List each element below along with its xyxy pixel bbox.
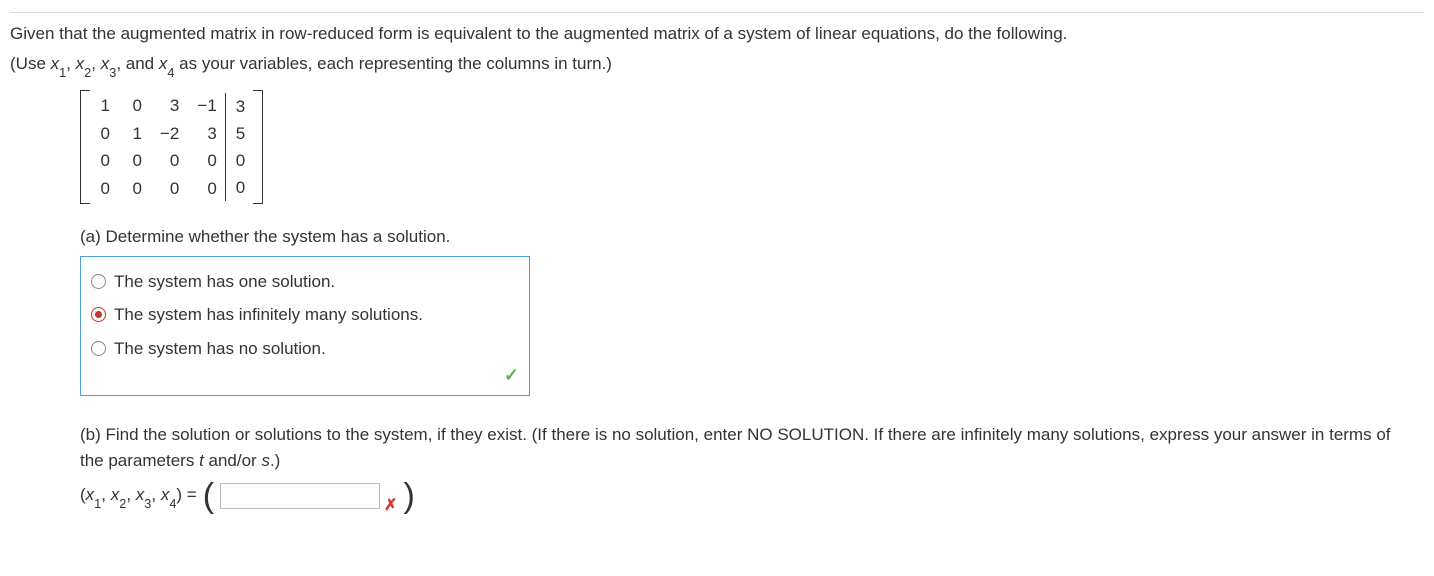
- text: as your variables, each representing the…: [174, 54, 612, 73]
- radio-label: The system has infinitely many solutions…: [114, 302, 423, 328]
- augment-cell: 3: [236, 94, 245, 120]
- close-paren-icon: ): [403, 479, 414, 513]
- augment-cell: 0: [236, 175, 245, 201]
- augment-bar: [225, 93, 226, 201]
- text: ) =: [176, 485, 196, 504]
- var: x: [111, 485, 120, 504]
- matrix-cell: 0: [197, 176, 216, 202]
- matrix-cell: 0: [197, 148, 216, 174]
- text: ,: [126, 485, 135, 504]
- part-a-label: (a) Determine whether the system has a s…: [80, 224, 1424, 250]
- left-bracket: [80, 90, 90, 204]
- text: and/or: [204, 451, 262, 470]
- open-paren-icon: (: [203, 479, 214, 513]
- question-line-2: (Use x1, x2, x3, and x4 as your variable…: [10, 51, 1424, 79]
- radio-label: The system has one solution.: [114, 269, 335, 295]
- augment-column: 3500: [228, 90, 253, 204]
- solution-input[interactable]: [220, 483, 380, 509]
- param-s: s: [261, 451, 270, 470]
- sub: 2: [84, 65, 91, 80]
- matrix-cell: 0: [128, 148, 142, 174]
- sub: 1: [94, 496, 101, 511]
- matrix-cell: 0: [160, 148, 179, 174]
- sub: 3: [144, 496, 151, 511]
- sub: 3: [109, 65, 116, 80]
- text: (Use: [10, 54, 51, 73]
- x-icon: ✗: [384, 494, 397, 518]
- matrix-cell: 1: [96, 93, 110, 119]
- right-bracket: [253, 90, 263, 204]
- matrix-cell: 0: [96, 121, 110, 147]
- lhs-tuple: (x1, x2, x3, x4) =: [80, 482, 197, 510]
- part-b-text: (b) Find the solution or solutions to th…: [80, 422, 1400, 473]
- radio-label: The system has no solution.: [114, 336, 326, 362]
- radio-option-1[interactable]: The system has infinitely many solutions…: [91, 298, 519, 332]
- augmented-matrix: 103−101−2300000000 3500: [80, 90, 263, 204]
- matrix-cell: 3: [197, 121, 216, 147]
- radio-icon[interactable]: [91, 341, 106, 356]
- augment-cell: 0: [236, 148, 245, 174]
- text: ,: [91, 54, 100, 73]
- matrix-cell: −2: [160, 121, 179, 147]
- var-x2: x: [76, 54, 85, 73]
- matrix-cell: 0: [128, 176, 142, 202]
- var-x3: x: [101, 54, 110, 73]
- var: x: [136, 485, 145, 504]
- matrix-cell: 3: [160, 93, 179, 119]
- matrix-body: 103−101−2300000000: [90, 90, 223, 204]
- matrix-cell: 1: [128, 121, 142, 147]
- text: ,: [66, 54, 75, 73]
- check-icon: ✓: [504, 362, 519, 389]
- sub: 2: [119, 496, 126, 511]
- text: ,: [101, 485, 110, 504]
- radio-icon[interactable]: [91, 307, 106, 322]
- text: ,: [151, 485, 160, 504]
- part-b-answer-line: (x1, x2, x3, x4) = ( ✗ ): [80, 479, 1424, 513]
- radio-option-0[interactable]: The system has one solution.: [91, 265, 519, 299]
- text: , and: [116, 54, 159, 73]
- var-x1: x: [51, 54, 60, 73]
- sub: 4: [167, 65, 174, 80]
- augment-cell: 5: [236, 121, 245, 147]
- sub: 1: [59, 65, 66, 80]
- sub: 4: [169, 496, 176, 511]
- text: .): [270, 451, 280, 470]
- matrix-cell: 0: [96, 148, 110, 174]
- question-line-1: Given that the augmented matrix in row-r…: [10, 21, 1424, 47]
- matrix-cell: −1: [197, 93, 216, 119]
- matrix-cell: 0: [160, 176, 179, 202]
- var: x: [86, 485, 95, 504]
- radio-icon[interactable]: [91, 274, 106, 289]
- matrix-cell: 0: [128, 93, 142, 119]
- part-a-answer-box: The system has one solution. The system h…: [80, 256, 530, 397]
- radio-option-2[interactable]: The system has no solution.: [91, 332, 519, 366]
- matrix-cell: 0: [96, 176, 110, 202]
